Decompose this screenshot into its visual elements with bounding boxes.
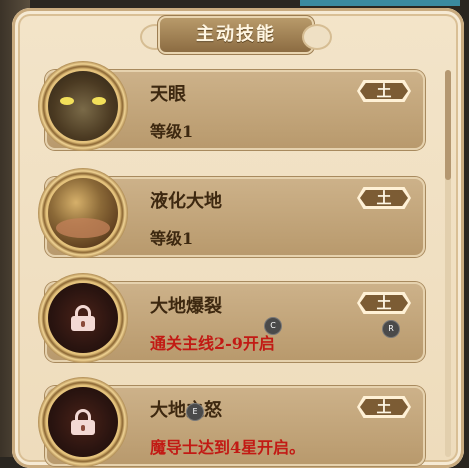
skill-card-tianyan[interactable]: 天眼 等级1 土 <box>38 61 425 151</box>
element-label: 土 <box>376 82 392 100</box>
element-badge: 土 <box>357 396 411 418</box>
skill-name: 大地爆裂 <box>150 296 222 317</box>
unlock-requirement: 魔导士达到4星开启。 <box>150 438 306 457</box>
hotkey-hint-r: R <box>383 321 399 337</box>
skill-card-earth-wrath[interactable]: 大地之怒 魔导士达到4星开启。 土 <box>38 377 425 467</box>
ornament-swirl-icon <box>302 24 332 50</box>
liquefy-earth-skill-icon <box>48 178 118 248</box>
skill-icon-frame <box>38 273 128 363</box>
lock-icon <box>71 305 95 331</box>
locked-skill-portrait <box>48 387 118 457</box>
locked-skill-portrait <box>48 283 118 353</box>
skill-level: 等级1 <box>150 229 194 248</box>
element-label: 土 <box>376 398 392 416</box>
skill-name: 液化大地 <box>150 191 222 212</box>
skill-name: 大地之怒 <box>150 400 222 421</box>
hotkey-hint-e: E <box>187 404 203 420</box>
skill-name: 天眼 <box>150 84 186 105</box>
scrollbar-thumb[interactable] <box>445 70 451 180</box>
background-top-strip <box>300 0 460 6</box>
element-badge: 土 <box>357 292 411 314</box>
hotkey-hint-c: C <box>265 318 281 334</box>
skill-icon-frame <box>38 168 128 258</box>
skill-card-liquefy-earth[interactable]: 液化大地 等级1 土 <box>38 168 425 258</box>
skill-icon-frame <box>38 61 128 151</box>
skill-card-earth-burst[interactable]: 大地爆裂 通关主线2-9开启 土 <box>38 273 425 363</box>
element-badge: 土 <box>357 80 411 102</box>
element-badge: 土 <box>357 187 411 209</box>
eye-skill-icon <box>48 71 118 141</box>
panel-title: 主动技能 <box>196 24 276 45</box>
lock-icon <box>71 409 95 435</box>
skill-icon-frame <box>38 377 128 467</box>
unlock-requirement: 通关主线2-9开启 <box>150 334 275 353</box>
element-label: 土 <box>376 189 392 207</box>
panel-title-banner: 主动技能 <box>140 14 332 58</box>
skill-level: 等级1 <box>150 122 194 141</box>
element-label: 土 <box>376 294 392 312</box>
